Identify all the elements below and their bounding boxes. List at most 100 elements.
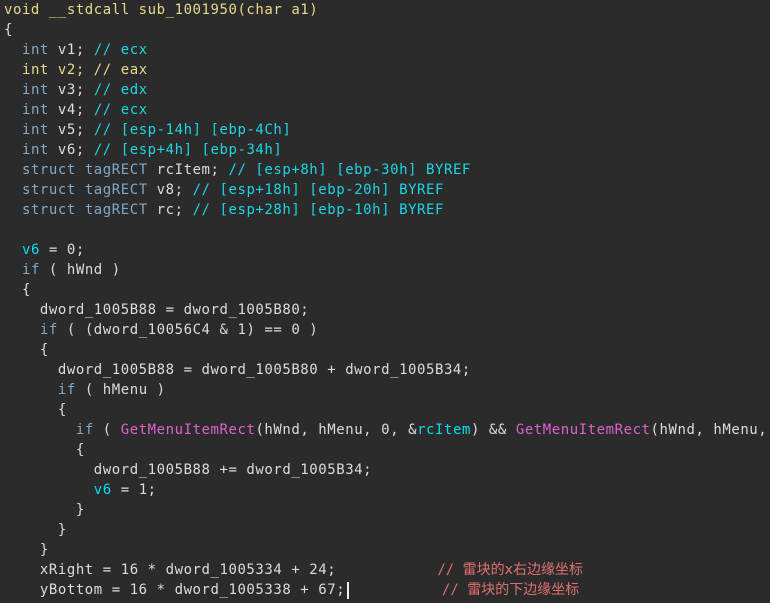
code-line[interactable]: void __stdcall sub_1001950(char a1) xyxy=(0,0,770,20)
code-token: // edx xyxy=(93,82,148,98)
code-token: xRight = 16 * dword_1005334 + 24; xyxy=(4,562,337,578)
code-token: GetMenuItemRect xyxy=(515,422,651,438)
code-line[interactable] xyxy=(0,220,770,240)
code-line[interactable]: if ( hMenu ) xyxy=(0,380,770,400)
code-token: = 1; xyxy=(111,482,157,498)
code-line[interactable]: dword_1005B88 = dword_1005B80; xyxy=(0,300,770,320)
code-line[interactable]: struct tagRECT rcItem; // [esp+8h] [ebp-… xyxy=(0,160,770,180)
pseudocode-view[interactable]: void __stdcall sub_1001950(char a1) { int… xyxy=(0,0,770,603)
code-line[interactable]: int v2; // eax xyxy=(0,60,770,80)
code-token: ( xyxy=(93,422,121,438)
code-token: // [esp-14h] [ebp-4Ch] xyxy=(93,122,292,138)
code-token: v6 xyxy=(21,242,40,258)
code-line[interactable]: { xyxy=(0,280,770,300)
code-line[interactable]: dword_1005B88 = dword_1005B80 + dword_10… xyxy=(0,360,770,380)
code-token: // [esp+18h] [ebp-20h] BYREF xyxy=(192,182,444,198)
code-token: v1; xyxy=(48,42,94,58)
code-token: // [esp+8h] [ebp-30h] BYREF xyxy=(228,162,471,178)
code-token: v5; xyxy=(48,122,94,138)
code-token: if xyxy=(21,262,40,278)
code-line[interactable]: int v1; // ecx xyxy=(0,40,770,60)
code-line[interactable]: if ( hWnd ) xyxy=(0,260,770,280)
code-line[interactable]: } xyxy=(0,540,770,560)
code-token: GetMenuItemRect xyxy=(120,422,256,438)
code-token: if xyxy=(39,322,58,338)
code-token: = 0; xyxy=(39,242,85,258)
code-line[interactable]: int v4; // ecx xyxy=(0,100,770,120)
code-token: rcItem xyxy=(417,422,471,438)
code-token: { xyxy=(4,442,85,458)
code-token: 雷块的x右边缘坐标 xyxy=(462,562,583,578)
code-token: // xyxy=(349,582,468,598)
code-line[interactable]: struct tagRECT rc; // [esp+28h] [ebp-10h… xyxy=(0,200,770,220)
code-line[interactable]: } xyxy=(0,520,770,540)
code-token: // ecx xyxy=(93,102,148,118)
code-line[interactable]: if ( GetMenuItemRect(hWnd, hMenu, 0, &rc… xyxy=(0,420,770,440)
code-line[interactable]: struct tagRECT v8; // [esp+18h] [ebp-20h… xyxy=(0,180,770,200)
code-token: v6; xyxy=(48,142,94,158)
code-line[interactable]: if ( (dword_10056C4 & 1) == 0 ) xyxy=(0,320,770,340)
code-line[interactable]: } xyxy=(0,500,770,520)
code-token: int xyxy=(21,102,49,118)
code-line[interactable]: int v3; // edx xyxy=(0,80,770,100)
code-token: { xyxy=(4,402,67,418)
code-token: void __stdcall sub_1001950(char a1) xyxy=(4,2,319,18)
code-token: if xyxy=(75,422,94,438)
code-token: { xyxy=(4,22,13,38)
code-token: // xyxy=(336,562,463,578)
code-token: int xyxy=(21,82,49,98)
code-token: { xyxy=(4,342,49,358)
code-token: struct tagRECT xyxy=(21,202,148,218)
code-token: // [esp+4h] [ebp-34h] xyxy=(93,142,283,158)
code-line[interactable]: v6 = 0; xyxy=(0,240,770,260)
code-line[interactable]: yBottom = 16 * dword_1005338 + 67; // 雷块… xyxy=(0,580,770,600)
code-line[interactable]: v6 = 1; xyxy=(0,480,770,500)
code-token: } xyxy=(4,522,67,538)
code-token: (hWnd, hMenu, 0, & xyxy=(255,422,418,438)
code-line[interactable]: { xyxy=(0,440,770,460)
code-token: } xyxy=(4,542,49,558)
code-token: dword_1005B88 = dword_1005B80 + dword_10… xyxy=(4,362,471,378)
code-token: ( hMenu ) xyxy=(75,382,166,398)
code-token: if xyxy=(57,382,76,398)
code-line[interactable]: int v5; // [esp-14h] [ebp-4Ch] xyxy=(0,120,770,140)
code-token: struct tagRECT xyxy=(21,162,148,178)
code-token: struct tagRECT xyxy=(21,182,148,198)
code-token: } xyxy=(4,502,85,518)
code-token: ( (dword_10056C4 & 1) == 0 ) xyxy=(57,322,319,338)
code-token: v4; xyxy=(48,102,94,118)
code-token: yBottom = 16 * dword_1005338 + 67; xyxy=(4,582,346,598)
code-line[interactable]: { xyxy=(0,340,770,360)
code-token: v8; xyxy=(147,182,193,198)
code-token: ) && xyxy=(470,422,516,438)
code-line[interactable]: { xyxy=(0,400,770,420)
code-token: rcItem; xyxy=(147,162,229,178)
code-line[interactable]: { xyxy=(0,20,770,40)
code-token: rc; xyxy=(147,202,193,218)
code-token: int xyxy=(21,122,49,138)
code-token: int xyxy=(21,142,49,158)
code-token: 雷块的下边缘坐标 xyxy=(467,582,580,598)
code-token: (hWnd, hMenu, 1, & xyxy=(650,422,768,438)
code-token: ( hWnd ) xyxy=(39,262,121,278)
code-token: // ecx xyxy=(93,42,148,58)
code-token: dword_1005B88 = dword_1005B80; xyxy=(4,302,310,318)
code-token: // [esp+28h] [ebp-10h] BYREF xyxy=(192,202,444,218)
code-line[interactable]: dword_1005B88 += dword_1005B34; xyxy=(0,460,770,480)
code-line[interactable]: int v6; // [esp+4h] [ebp-34h] xyxy=(0,140,770,160)
code-line[interactable]: xRight = 16 * dword_1005334 + 24; // 雷块的… xyxy=(0,560,770,580)
